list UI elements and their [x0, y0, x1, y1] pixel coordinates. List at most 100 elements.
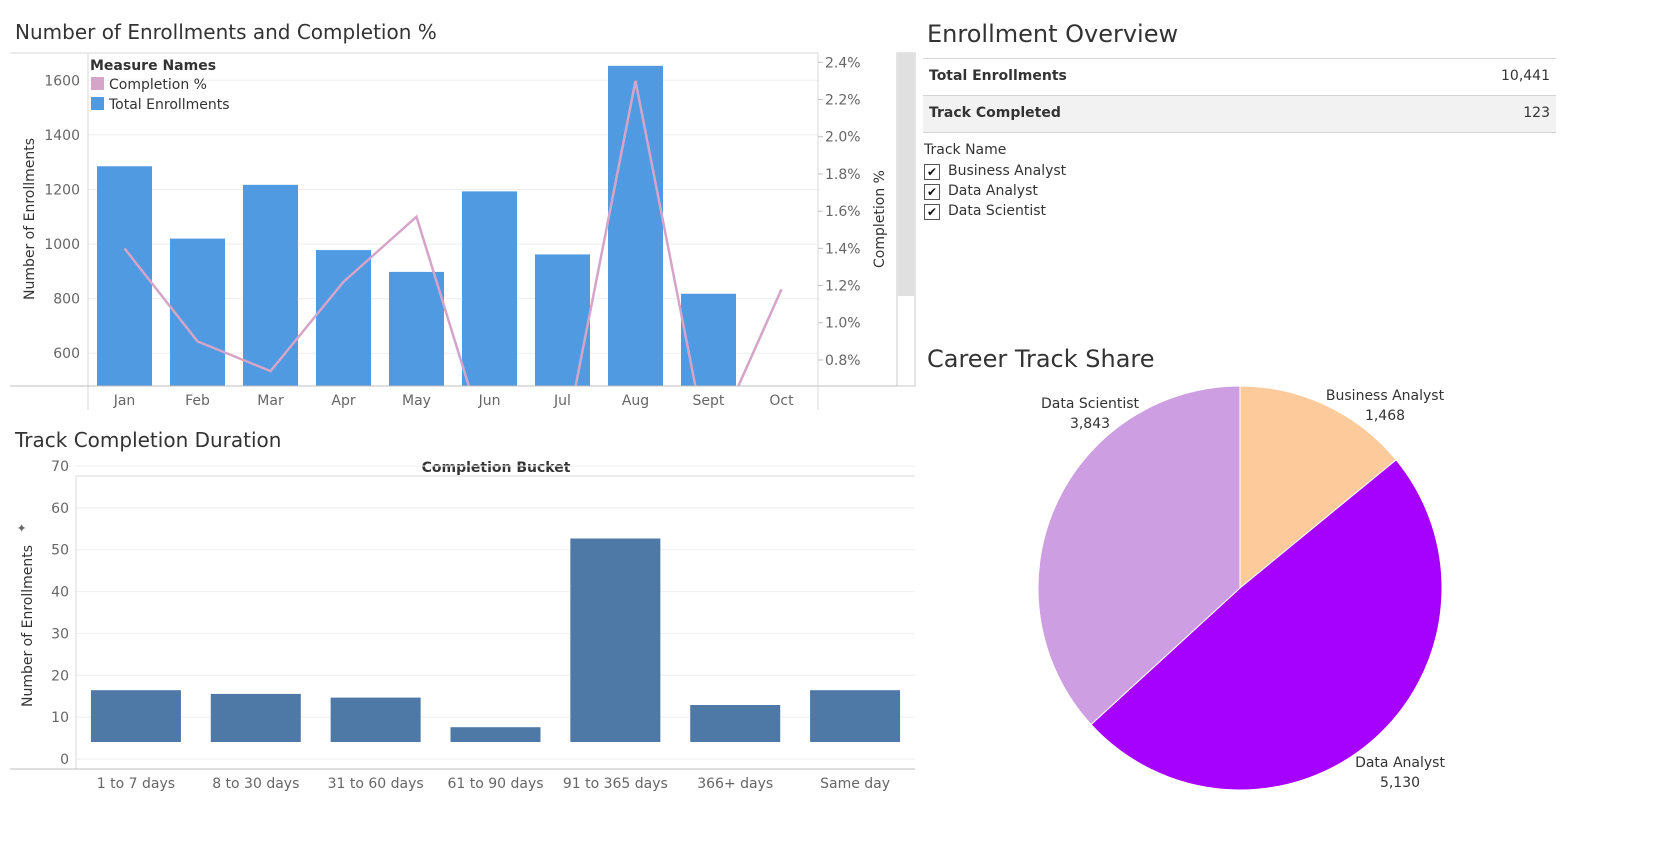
filter-title: Track Name [924, 142, 1007, 158]
y2-tick-label: 1.8% [825, 167, 861, 183]
chart1-legend: Measure Names Completion % Total Enrollm… [90, 58, 230, 113]
enrollment-bar[interactable] [681, 293, 736, 386]
overview-label: Track Completed [929, 105, 1061, 121]
overview-row-total: Total Enrollments 10,441 [923, 59, 1556, 96]
pie-value: 5,130 [1380, 775, 1420, 791]
checkbox[interactable]: ✔ [924, 164, 940, 180]
completion-duration-chart[interactable]: Completion Bucket 0 10 20 30 40 50 60 70 1 to 7 … [0, 456, 920, 801]
x-tick-label: Jul [553, 393, 571, 409]
y2-axis-label: Completion % [872, 170, 888, 268]
overview-title: Enrollment Overview [927, 20, 1179, 48]
x-tick-label: 91 to 365 days [563, 776, 668, 792]
y2-tick-label: 2.0% [825, 130, 861, 146]
enrollment-bar[interactable] [462, 191, 517, 386]
y2-tick-label: 0.8% [825, 353, 861, 369]
enrollment-bar[interactable] [608, 65, 663, 387]
chart1-bars [97, 65, 736, 387]
x-tick-label: 366+ days [697, 776, 773, 792]
x-tick-label: Oct [769, 393, 794, 409]
chart1-scrollbar-thumb[interactable] [898, 54, 914, 296]
x-tick-label: 31 to 60 days [328, 776, 424, 792]
overview-value: 10,441 [1501, 68, 1550, 84]
x-tick-label: Aug [622, 393, 649, 409]
enrollment-bar[interactable] [97, 166, 152, 386]
enrollment-bar[interactable] [316, 250, 371, 386]
y-tick-label: 600 [53, 346, 80, 362]
pie-value: 1,468 [1365, 408, 1405, 424]
legend-title: Measure Names [90, 58, 216, 74]
y2-tick-label: 2.2% [825, 93, 861, 109]
overview-table: Total Enrollments 10,441 Track Completed… [923, 58, 1556, 135]
duration-bar[interactable] [570, 538, 661, 743]
duration-bar[interactable] [450, 727, 541, 742]
duration-bar[interactable] [690, 705, 781, 742]
overview-label: Total Enrollments [929, 68, 1067, 84]
pin-icon[interactable]: ✦ [15, 523, 29, 533]
x-tick-label: Feb [185, 393, 210, 409]
duration-bar[interactable] [90, 690, 181, 742]
track-name-filter: Track Name ✔ Business Analyst ✔ Data Ana… [924, 142, 1184, 226]
overview-value: 123 [1523, 105, 1550, 121]
filter-label: Data Analyst [948, 183, 1038, 199]
legend-swatch-completion [91, 77, 104, 90]
duration-bar[interactable] [210, 693, 301, 742]
x-tick-label: Apr [331, 393, 355, 409]
pie-title: Career Track Share [927, 345, 1155, 373]
y-tick-label: 1600 [44, 73, 80, 89]
chart2-axes: 0 10 20 30 40 50 60 70 1 to 7 days 8 to 30 days 31… [10, 459, 915, 792]
overview-row-completed: Track Completed 123 [923, 96, 1556, 133]
enrollments-completion-chart[interactable]: 600 800 1000 1200 1400 1600 0.8% 1.0% 1.2% 1.4% 1.… [0, 48, 920, 418]
checkbox[interactable]: ✔ [924, 184, 940, 200]
career-track-pie[interactable]: Business Analyst 1,468 Data Analyst 5,130 Da… [960, 380, 1560, 800]
duration-chart-title: Track Completion Duration [15, 428, 282, 452]
y-tick-label: 40 [51, 585, 69, 601]
x-tick-label: 61 to 90 days [447, 776, 543, 792]
y-tick-label: 70 [51, 459, 69, 475]
duration-bar[interactable] [810, 690, 901, 742]
y2-tick-label: 2.4% [825, 55, 861, 71]
x-tick-label: 1 to 7 days [97, 776, 175, 792]
x-tick-label: 8 to 30 days [212, 776, 299, 792]
filter-label: Business Analyst [948, 163, 1067, 179]
legend-item-completion[interactable]: Completion % [109, 77, 207, 93]
enrollment-bar[interactable] [170, 238, 225, 386]
enrollments-chart-title: Number of Enrollments and Completion % [15, 20, 437, 44]
chart2-gridlines [76, 465, 915, 760]
duration-bar[interactable] [330, 697, 421, 742]
y-tick-label: 30 [51, 626, 69, 642]
x-tick-label: Jan [113, 393, 136, 409]
y-tick-label: 1000 [44, 237, 80, 253]
y-tick-label: 1200 [44, 182, 80, 198]
y-tick-label: 10 [51, 710, 69, 726]
y2-tick-label: 1.6% [825, 204, 861, 220]
y-tick-label: 1400 [44, 128, 80, 144]
filter-label: Data Scientist [948, 203, 1046, 219]
y-tick-label: 800 [53, 292, 80, 308]
completion-bucket-header: Completion Bucket [422, 460, 571, 476]
y-axis-label: Number of Enrollments [22, 138, 38, 300]
pie-label: Business Analyst [1326, 388, 1445, 404]
y-tick-label: 60 [51, 501, 69, 517]
enrollment-bar[interactable] [243, 184, 298, 386]
pie-label: Data Scientist [1041, 396, 1140, 412]
legend-item-enrollments[interactable]: Total Enrollments [108, 97, 230, 113]
x-tick-label: May [402, 393, 431, 409]
x-tick-label: Sept [693, 393, 725, 409]
y-tick-label: 0 [60, 752, 69, 768]
enrollment-bar[interactable] [535, 254, 590, 386]
checkbox[interactable]: ✔ [924, 204, 940, 220]
y-tick-label: 50 [51, 543, 69, 559]
pie-label: Data Analyst [1355, 755, 1445, 771]
enrollment-bar[interactable] [389, 271, 444, 386]
y2-tick-label: 1.0% [825, 316, 861, 332]
x-tick-label: Mar [257, 393, 284, 409]
y2-tick-label: 1.2% [825, 279, 861, 295]
y2-tick-label: 1.4% [825, 241, 861, 257]
x-tick-label: Jun [478, 393, 501, 409]
chart2-bars [90, 538, 901, 743]
pie-slices [1037, 385, 1443, 791]
pie-value: 3,843 [1070, 416, 1110, 432]
x-tick-label: Same day [820, 776, 890, 792]
y-axis-label: Number of Enrollments [20, 545, 36, 707]
legend-swatch-enrollments [91, 97, 104, 110]
